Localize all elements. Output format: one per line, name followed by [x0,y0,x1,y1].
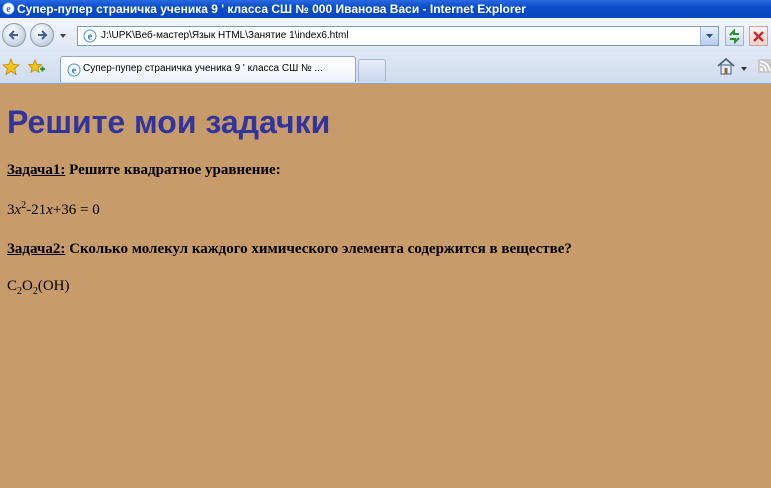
feeds-icon[interactable] [758,59,771,73]
equation-coefficient: 3 [7,202,15,218]
window-title: Супер-пупер страничка ученика 9 ' класса… [17,2,526,16]
home-dropdown-icon[interactable] [740,65,748,73]
back-arrow-icon [8,30,18,40]
task2-label: Задача2: [7,241,66,257]
task2-paragraph: Задача2: Сколько молекул каждого химичес… [7,240,572,258]
task1-paragraph: Задача1: Решите квадратное уравнение: [7,161,281,179]
stop-icon [753,31,764,42]
address-url[interactable]: J:\UPK\Веб-мастер\Язык HTML\Занятие 1\in… [101,27,349,45]
recent-pages-dropdown-icon[interactable] [59,32,67,40]
equation-middle: -21 [26,202,47,218]
internet-explorer-icon: e [2,2,15,15]
add-to-favorites-icon[interactable] [27,58,45,76]
task1-label: Задача1: [7,162,66,178]
stop-button[interactable] [749,26,768,46]
forward-arrow-icon [38,30,48,40]
refresh-icon [729,28,740,45]
chevron-down-icon [706,34,713,38]
address-dropdown-button[interactable] [700,27,718,45]
tab-bar: e Супер-пупер страничка ученика 9 ' клас… [0,52,771,84]
refresh-button[interactable] [725,26,744,46]
equation-tail: +36 = 0 [52,202,100,218]
page-content: Решите мои задачки Задача1: Решите квадр… [0,84,771,488]
new-tab-button[interactable] [358,59,386,81]
svg-text:e: e [88,32,93,43]
favorites-star-icon[interactable] [2,58,20,76]
navigation-toolbar: e J:\UPK\Веб-мастер\Язык HTML\Занятие 1\… [0,18,771,52]
task1-equation: 3x2-21x+36 = 0 [7,201,100,219]
page-icon: e [83,29,97,43]
window-title-bar: e Супер-пупер страничка ученика 9 ' клас… [0,0,771,18]
forward-button[interactable] [30,23,54,47]
svg-text:e: e [72,66,77,77]
task2-text: Сколько молекул каждого химического элем… [65,241,572,257]
home-icon[interactable] [716,57,736,75]
task2-formula: C2O2(OH) [7,277,70,297]
svg-text:e: e [6,4,11,15]
back-button[interactable] [2,23,26,47]
task1-text: Решите квадратное уравнение: [65,162,281,178]
formula-tail: (OH) [37,278,70,294]
equation-variable: x [46,202,53,218]
page-heading: Решите мои задачки [7,104,331,140]
tab-label: Супер-пупер страничка ученика 9 ' класса… [83,63,323,74]
formula-element: C [7,278,18,294]
tab-active[interactable]: e Супер-пупер страничка ученика 9 ' клас… [60,56,356,82]
page-icon: e [67,63,81,77]
formula-element: O [22,278,33,294]
address-bar[interactable]: e J:\UPK\Веб-мастер\Язык HTML\Занятие 1\… [77,26,719,46]
